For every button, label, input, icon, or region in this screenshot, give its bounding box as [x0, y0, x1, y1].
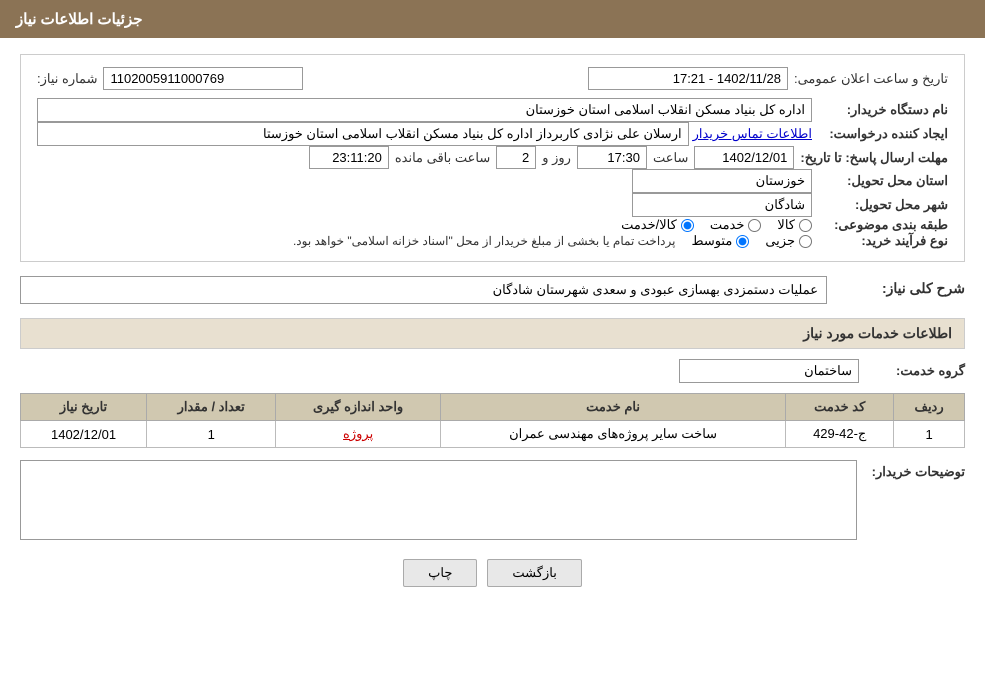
services-table: ردیف کد خدمت نام خدمت واحد اندازه گیری ت…	[20, 393, 965, 448]
announce-value: 1402/11/28 - 17:21	[588, 67, 788, 90]
col-header-name: نام خدمت	[440, 394, 785, 421]
need-number-value: 1102005911000769	[103, 67, 303, 90]
purchase-option-motevaset[interactable]: متوسط	[691, 233, 749, 249]
reply-day-label: روز و	[542, 150, 571, 166]
creator-row: ایجاد کننده درخواست: اطلاعات تماس خریدار…	[37, 122, 948, 146]
need-description-value: عملیات دستمزدی بهسازی عبودی و سعدی شهرست…	[20, 276, 827, 304]
purchase-type-row: نوع فرآیند خرید: جزیی متوسط پرداخت تمام …	[37, 233, 948, 249]
reply-time: 17:30	[577, 146, 647, 169]
service-group-label: گروه خدمت:	[865, 363, 965, 379]
page-wrapper: جزئیات اطلاعات نیاز تاریخ و ساعت اعلان ع…	[0, 0, 985, 691]
cell-unit[interactable]: پروژه	[276, 421, 441, 448]
buyer-org-value: اداره کل بنیاد مسکن انقلاب اسلامی استان …	[37, 98, 812, 122]
city-value: شادگان	[632, 193, 812, 217]
cell-qty: 1	[147, 421, 276, 448]
purchase-note: پرداخت تمام یا بخشی از مبلغ خریدار از مح…	[37, 234, 675, 248]
buyer-description-textarea[interactable]	[20, 460, 857, 540]
creator-group: اطلاعات تماس خریدار ارسلان علی نژادی کار…	[37, 122, 812, 146]
category-radio-kala[interactable]	[799, 219, 812, 232]
category-radio-group: کالا خدمت کالا/خدمت	[621, 217, 812, 233]
purchase-type-group: جزیی متوسط پرداخت تمام یا بخشی از مبلغ خ…	[37, 233, 812, 249]
buyer-org-row: نام دستگاه خریدار: اداره کل بنیاد مسکن ا…	[37, 98, 948, 122]
buyer-description-label: توضیحات خریدار:	[865, 460, 965, 480]
purchase-option-jozi[interactable]: جزیی	[765, 233, 812, 249]
col-header-date: تاریخ نیاز	[21, 394, 147, 421]
purchase-label-motevaset: متوسط	[691, 233, 732, 249]
category-option-khedmat[interactable]: خدمت	[710, 217, 762, 233]
purchase-type-label: نوع فرآیند خرید:	[818, 233, 948, 249]
category-radio-both[interactable]	[681, 219, 694, 232]
back-button[interactable]: بازگشت	[487, 559, 581, 587]
category-label-kala: کالا	[777, 217, 795, 233]
purchase-radio-jozi[interactable]	[799, 235, 812, 248]
services-table-header: ردیف کد خدمت نام خدمت واحد اندازه گیری ت…	[21, 394, 965, 421]
service-group-value: ساختمان	[679, 359, 859, 383]
contact-link[interactable]: اطلاعات تماس خریدار	[693, 126, 812, 142]
col-header-code: کد خدمت	[786, 394, 894, 421]
category-label: طبقه بندی موضوعی:	[818, 217, 948, 233]
services-header-row: ردیف کد خدمت نام خدمت واحد اندازه گیری ت…	[21, 394, 965, 421]
announce-label: تاریخ و ساعت اعلان عمومی:	[794, 71, 948, 87]
table-row: 1 ج-42-429 ساخت سایر پروژه‌های مهندسی عم…	[21, 421, 965, 448]
cell-row: 1	[894, 421, 965, 448]
services-section-title: اطلاعات خدمات مورد نیاز	[20, 318, 965, 349]
need-description-label: شرح کلی نیاز:	[835, 276, 965, 297]
print-button[interactable]: چاپ	[403, 559, 477, 587]
page-header: جزئیات اطلاعات نیاز	[0, 0, 985, 38]
category-label-khedmat: خدمت	[710, 217, 745, 233]
category-option-both[interactable]: کالا/خدمت	[621, 217, 694, 233]
need-number-group: 1102005911000769 شماره نیاز:	[37, 67, 303, 90]
category-option-kala[interactable]: کالا	[777, 217, 812, 233]
col-header-qty: تعداد / مقدار	[147, 394, 276, 421]
reply-remaining-label: ساعت باقی مانده	[395, 150, 490, 166]
buyer-org-label: نام دستگاه خریدار:	[818, 102, 948, 118]
category-row: طبقه بندی موضوعی: کالا خدمت کالا/خدمت	[37, 217, 948, 233]
action-buttons: بازگشت چاپ	[20, 559, 965, 607]
need-number-label: شماره نیاز:	[37, 71, 97, 87]
need-description-section: شرح کلی نیاز: عملیات دستمزدی بهسازی عبود…	[20, 276, 965, 304]
reply-deadline-label: مهلت ارسال پاسخ: تا تاریخ:	[800, 150, 948, 166]
need-number-announce-row: تاریخ و ساعت اعلان عمومی: 1402/11/28 - 1…	[37, 67, 948, 90]
cell-code: ج-42-429	[786, 421, 894, 448]
purchase-radio-motevaset[interactable]	[736, 235, 749, 248]
reply-date: 1402/12/01	[694, 146, 794, 169]
city-row: شهر محل تحویل: شادگان	[37, 193, 948, 217]
city-label: شهر محل تحویل:	[818, 197, 948, 213]
services-table-body: 1 ج-42-429 ساخت سایر پروژه‌های مهندسی عم…	[21, 421, 965, 448]
creator-label: ایجاد کننده درخواست:	[818, 126, 948, 142]
reply-days: 2	[496, 146, 536, 169]
province-value: خوزستان	[632, 169, 812, 193]
cell-name: ساخت سایر پروژه‌های مهندسی عمران	[440, 421, 785, 448]
main-content: تاریخ و ساعت اعلان عمومی: 1402/11/28 - 1…	[0, 38, 985, 623]
need-description-box: عملیات دستمزدی بهسازی عبودی و سعدی شهرست…	[20, 276, 827, 304]
category-label-both: کالا/خدمت	[621, 217, 677, 233]
reply-remaining: 23:11:20	[309, 146, 389, 169]
category-radio-khedmat[interactable]	[748, 219, 761, 232]
province-label: استان محل تحویل:	[818, 173, 948, 189]
reply-deadline-row: مهلت ارسال پاسخ: تا تاریخ: 1402/12/01 سا…	[37, 146, 948, 169]
purchase-label-jozi: جزیی	[765, 233, 795, 249]
reply-deadline-group: 1402/12/01 ساعت 17:30 روز و 2 ساعت باقی …	[37, 146, 794, 169]
cell-date: 1402/12/01	[21, 421, 147, 448]
service-group-row: گروه خدمت: ساختمان	[20, 359, 965, 383]
announce-group: تاریخ و ساعت اعلان عمومی: 1402/11/28 - 1…	[588, 67, 948, 90]
province-row: استان محل تحویل: خوزستان	[37, 169, 948, 193]
need-info-section: تاریخ و ساعت اعلان عمومی: 1402/11/28 - 1…	[20, 54, 965, 262]
col-header-unit: واحد اندازه گیری	[276, 394, 441, 421]
buyer-description-box	[20, 460, 857, 543]
buyer-description-section: توضیحات خریدار:	[20, 460, 965, 543]
page-title: جزئیات اطلاعات نیاز	[16, 11, 143, 28]
col-header-row: ردیف	[894, 394, 965, 421]
reply-time-label: ساعت	[653, 150, 688, 166]
creator-value: ارسلان علی نژادی کاربرداز اداره کل بنیاد…	[37, 122, 689, 146]
